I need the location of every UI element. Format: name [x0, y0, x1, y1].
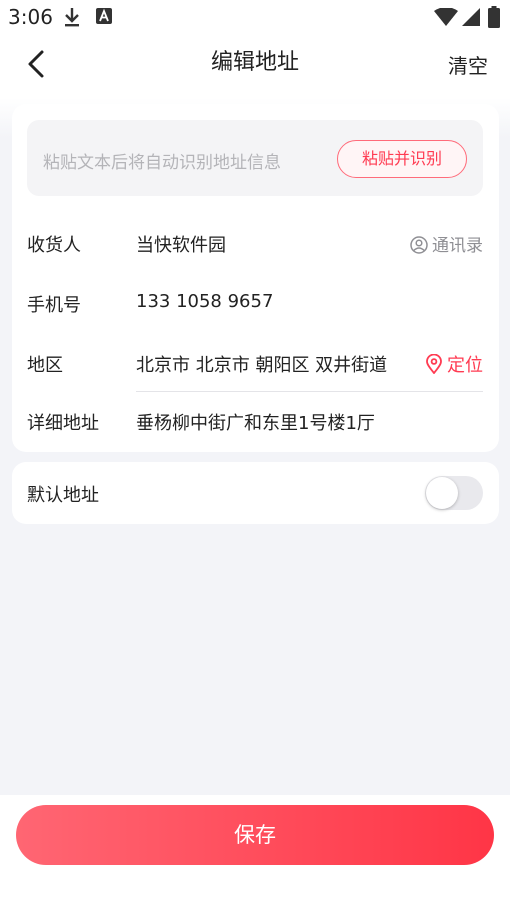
battery-icon: [488, 6, 500, 28]
paste-recognize-button[interactable]: 粘贴并识别: [337, 140, 467, 178]
contacts-button[interactable]: 通讯录: [410, 231, 483, 256]
save-button[interactable]: 保存: [16, 805, 494, 865]
recipient-row: 收货人 当快软件园 通讯录: [12, 223, 499, 263]
app-header: 编辑地址 清空: [0, 34, 510, 98]
contact-person-icon: [410, 236, 428, 254]
status-time: 3:06: [8, 5, 53, 29]
detail-address-input[interactable]: 垂杨柳中街广和东里1号楼1厅: [136, 409, 375, 435]
phone-label: 手机号: [27, 295, 81, 316]
default-address-label: 默认地址: [27, 485, 99, 506]
region-divider: [136, 391, 483, 392]
download-icon: [65, 8, 79, 27]
default-address-card: 默认地址: [12, 462, 499, 524]
detail-label: 详细地址: [27, 413, 99, 434]
address-form-card: 粘贴文本后将自动识别地址信息 粘贴并识别 收货人 当快软件园 通讯录 手机号 1…: [12, 104, 499, 452]
default-address-toggle[interactable]: [425, 476, 483, 510]
detail-row: 详细地址 垂杨柳中街广和东里1号楼1厅: [12, 401, 499, 441]
contacts-label: 通讯录: [432, 236, 483, 256]
recipient-label: 收货人: [27, 235, 81, 256]
clear-button[interactable]: 清空: [448, 50, 488, 79]
wifi-icon: [434, 8, 458, 26]
paste-recognize-box[interactable]: 粘贴文本后将自动识别地址信息 粘贴并识别: [27, 120, 483, 196]
locate-button[interactable]: 定位: [425, 351, 483, 377]
recipient-input[interactable]: 当快软件园: [136, 231, 226, 257]
phone-input[interactable]: 133 1058 9657: [136, 291, 273, 312]
page-title: 编辑地址: [210, 50, 299, 75]
locate-label: 定位: [447, 355, 483, 376]
bottom-bar: 保存: [0, 795, 510, 906]
toggle-knob: [426, 477, 458, 509]
region-row: 地区 北京市 北京市 朝阳区 双井街道 定位: [12, 343, 499, 383]
status-bar: 3:06: [0, 0, 510, 34]
phone-row: 手机号 133 1058 9657: [12, 283, 499, 323]
app-notification-icon: [96, 8, 112, 24]
signal-icon: [462, 8, 480, 26]
paste-placeholder[interactable]: 粘贴文本后将自动识别地址信息: [43, 148, 281, 173]
region-selector[interactable]: 北京市 北京市 朝阳区 双井街道: [136, 351, 387, 377]
location-pin-icon: [426, 353, 442, 375]
region-label: 地区: [27, 355, 63, 376]
